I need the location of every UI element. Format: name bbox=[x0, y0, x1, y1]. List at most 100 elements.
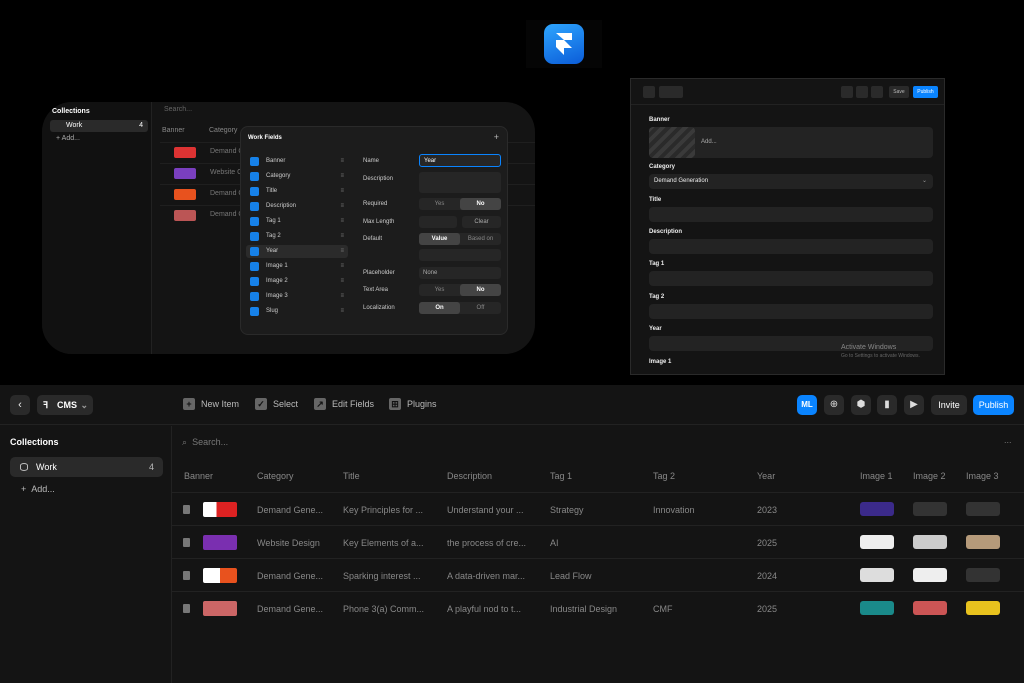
select-button[interactable]: ✓ Select bbox=[255, 398, 298, 410]
search-input[interactable]: Search... bbox=[164, 106, 192, 113]
image3-thumbnail bbox=[966, 601, 1000, 615]
play-icon[interactable]: ▶ bbox=[904, 395, 924, 415]
save-button[interactable]: Save bbox=[889, 86, 909, 98]
drag-handle-icon[interactable]: ≡ bbox=[340, 230, 344, 243]
column-header-description[interactable]: Description bbox=[447, 471, 492, 481]
tag1-input[interactable] bbox=[649, 271, 933, 286]
category-label: Category bbox=[649, 164, 676, 170]
default-input[interactable] bbox=[419, 249, 501, 261]
document-icon bbox=[183, 604, 190, 613]
table-row[interactable]: Demand Gene... Key Principles for ... Un… bbox=[172, 492, 1024, 525]
description-input[interactable] bbox=[649, 239, 933, 254]
column-header-year[interactable]: Year bbox=[757, 471, 775, 481]
field-item-selected[interactable]: Year ≡ bbox=[246, 245, 348, 258]
add-collection-button[interactable]: + Add... bbox=[21, 484, 55, 494]
analytics-icon[interactable] bbox=[856, 86, 868, 98]
banner-add[interactable]: Add... bbox=[701, 139, 717, 145]
publish-button[interactable]: Publish bbox=[973, 395, 1014, 415]
column-header-tag1[interactable]: Tag 1 bbox=[550, 471, 572, 481]
cell-tag1: Strategy bbox=[550, 505, 584, 515]
required-toggle[interactable]: Yes No bbox=[419, 198, 501, 210]
add-field-icon[interactable]: + bbox=[494, 132, 499, 142]
drag-handle-icon[interactable]: ≡ bbox=[340, 275, 344, 288]
description-textarea[interactable] bbox=[419, 172, 501, 193]
on-option[interactable]: On bbox=[419, 302, 460, 314]
default-toggle[interactable]: Value Based on bbox=[419, 233, 501, 245]
column-header-category[interactable]: Category bbox=[257, 471, 294, 481]
field-item[interactable]: Image 2 ≡ bbox=[246, 275, 348, 288]
value-option[interactable]: Value bbox=[419, 233, 460, 245]
column-header-image2[interactable]: Image 2 bbox=[913, 471, 946, 481]
nav-arrows[interactable] bbox=[659, 86, 683, 98]
add-collection[interactable]: + Add... bbox=[56, 135, 80, 142]
table-row[interactable]: Demand Gene... Sparking interest ... A d… bbox=[172, 558, 1024, 591]
yes-option[interactable]: Yes bbox=[419, 198, 460, 210]
category-select[interactable]: Demand Generation ⌄ bbox=[649, 174, 933, 189]
banner-thumbnail bbox=[203, 601, 237, 616]
drag-handle-icon[interactable]: ≡ bbox=[340, 185, 344, 198]
column-header-image1[interactable]: Image 1 bbox=[860, 471, 893, 481]
settings-icon[interactable]: ⬢ bbox=[851, 395, 871, 415]
drag-handle-icon[interactable]: ≡ bbox=[340, 260, 344, 273]
publish-button[interactable]: Publish bbox=[913, 86, 938, 98]
play-icon[interactable] bbox=[871, 86, 883, 98]
drag-handle-icon[interactable]: ≡ bbox=[340, 290, 344, 303]
off-option[interactable]: Off bbox=[460, 302, 501, 314]
text-area-toggle[interactable]: Yes No bbox=[419, 284, 501, 296]
ml-button[interactable]: ML bbox=[797, 395, 817, 415]
drag-handle-icon[interactable]: ≡ bbox=[340, 200, 344, 213]
clear-button[interactable]: Clear bbox=[462, 216, 501, 228]
placeholder-input[interactable]: None bbox=[419, 267, 501, 279]
field-item[interactable]: Image 1 ≡ bbox=[246, 260, 348, 273]
field-item[interactable]: Slug ≡ bbox=[246, 305, 348, 318]
edit-icon: ↗ bbox=[314, 398, 326, 410]
new-item-button[interactable]: + New Item bbox=[183, 398, 239, 410]
more-icon[interactable] bbox=[841, 86, 853, 98]
cms-menu-button[interactable]: ꟻ CMS ⌄ bbox=[37, 395, 93, 415]
search-input[interactable]: ⌕ Search... bbox=[182, 437, 228, 448]
field-item[interactable]: Description ≡ bbox=[246, 200, 348, 213]
close-icon[interactable] bbox=[643, 86, 655, 98]
no-option[interactable]: No bbox=[460, 284, 501, 296]
sidebar-item-work[interactable]: Work 4 bbox=[50, 120, 148, 132]
edit-fields-button[interactable]: ↗ Edit Fields bbox=[314, 398, 374, 410]
cell-description: the process of cre... bbox=[447, 538, 527, 548]
sidebar-item-work[interactable]: Work 4 bbox=[10, 457, 163, 477]
column-header-category: Category bbox=[209, 127, 238, 134]
analytics-icon[interactable]: ▮ bbox=[877, 395, 897, 415]
column-header-image3[interactable]: Image 3 bbox=[966, 471, 999, 481]
max-length-input[interactable] bbox=[419, 216, 457, 228]
field-item[interactable]: Tag 2 ≡ bbox=[246, 230, 348, 243]
drag-handle-icon[interactable]: ≡ bbox=[340, 245, 344, 258]
drag-handle-icon[interactable]: ≡ bbox=[340, 155, 344, 168]
yes-option[interactable]: Yes bbox=[419, 284, 460, 296]
plugins-icon: ⊞ bbox=[389, 398, 401, 410]
field-item[interactable]: Category ≡ bbox=[246, 170, 348, 183]
tag2-input[interactable] bbox=[649, 304, 933, 319]
plugins-button[interactable]: ⊞ Plugins bbox=[389, 398, 437, 410]
back-button[interactable]: ‹ bbox=[10, 395, 30, 415]
banner-image-field[interactable]: Add... bbox=[649, 127, 933, 158]
table-row[interactable]: Demand Gene... Phone 3(a) Comm... A play… bbox=[172, 591, 1024, 624]
localization-toggle[interactable]: On Off bbox=[419, 302, 501, 314]
name-input[interactable]: Year bbox=[419, 154, 501, 167]
drag-handle-icon[interactable]: ≡ bbox=[340, 170, 344, 183]
field-item[interactable]: Tag 1 ≡ bbox=[246, 215, 348, 228]
drag-handle-icon[interactable]: ≡ bbox=[340, 215, 344, 228]
field-item[interactable]: Banner ≡ bbox=[246, 155, 348, 168]
no-option[interactable]: No bbox=[460, 198, 501, 210]
work-label: Work bbox=[66, 122, 83, 129]
column-header-title[interactable]: Title bbox=[343, 471, 360, 481]
invite-button[interactable]: Invite bbox=[931, 395, 967, 415]
more-options-icon[interactable]: ... bbox=[1004, 435, 1012, 445]
drag-handle-icon[interactable]: ≡ bbox=[340, 305, 344, 318]
based-on-option[interactable]: Based on bbox=[460, 233, 501, 245]
field-item[interactable]: Image 3 ≡ bbox=[246, 290, 348, 303]
globe-icon[interactable]: ⊕ bbox=[824, 395, 844, 415]
column-header-banner[interactable]: Banner bbox=[184, 471, 213, 481]
table-row[interactable]: Website Design Key Elements of a... the … bbox=[172, 525, 1024, 558]
title-input[interactable] bbox=[649, 207, 933, 222]
column-header-tag2[interactable]: Tag 2 bbox=[653, 471, 675, 481]
cell-tag2: Innovation bbox=[653, 505, 695, 515]
field-item[interactable]: Title ≡ bbox=[246, 185, 348, 198]
